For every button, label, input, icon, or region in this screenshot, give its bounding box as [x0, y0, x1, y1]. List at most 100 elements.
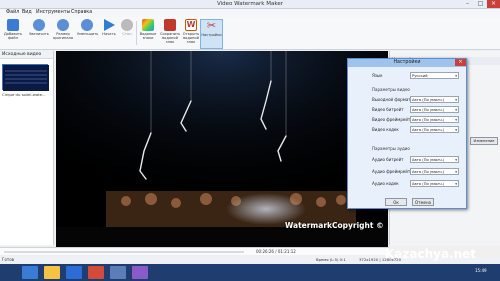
- zoom-in-label: Увеличить: [29, 32, 49, 36]
- chevron-down-icon: ▾: [455, 108, 457, 112]
- zoom-out-button[interactable]: Уменьшить: [77, 19, 99, 49]
- play-icon: [104, 19, 115, 31]
- settings-label: Настройки: [201, 33, 222, 37]
- audio-codec-value: Авто (По умолч.): [412, 182, 445, 186]
- browser-icon[interactable]: [66, 266, 82, 279]
- source-videos-header: Исходные видео: [0, 51, 53, 59]
- chevron-down-icon: ▾: [455, 170, 457, 174]
- output-format-value: Авто (По умолч.): [412, 98, 445, 102]
- save-watermark-label: Сохранить водяной знак: [160, 32, 181, 44]
- watermarks-label: Водяные знаки: [139, 32, 157, 40]
- video-preview[interactable]: [56, 51, 388, 247]
- watermark-icon: [142, 19, 154, 31]
- site-watermark: Kazachya.net: [385, 247, 477, 261]
- audio-codec-select[interactable]: Авто (По умолч.) ▾: [410, 180, 459, 187]
- title-bar: Video Watermark Maker – □ ×: [0, 0, 500, 9]
- close-icon[interactable]: ×: [487, 0, 500, 8]
- audio-bitrate-label: Аудио битрейт: [372, 157, 404, 162]
- chevron-down-icon: ▾: [455, 74, 457, 78]
- time-readout: 00:26:26 / 01:21:12: [256, 249, 296, 254]
- zoom-out-label: Уменьшить: [77, 32, 99, 36]
- chevron-down-icon: ▾: [455, 128, 457, 132]
- video-bitrate-select[interactable]: Авто (По умолч.) ▾: [410, 106, 459, 113]
- ok-button[interactable]: Ок: [385, 198, 407, 206]
- video-framerate-label: Видео фреймрейт: [372, 117, 411, 122]
- video-thumbnail[interactable]: [2, 64, 49, 91]
- audio-settings-section: Параметры аудио: [372, 146, 410, 151]
- dialog-title: Настройки: [348, 59, 466, 67]
- change-button[interactable]: Изменение: [470, 137, 498, 145]
- original-size-icon: [57, 19, 69, 31]
- audio-framerate-label: Аудио фреймрейт: [372, 169, 411, 174]
- language-label: Язык: [372, 73, 383, 78]
- toolbar: Добавить файл Увеличить Размер оригинала…: [0, 17, 500, 50]
- video-bitrate-value: Авто (По умолч.): [412, 108, 445, 112]
- source-videos-panel: Исходные видео Cirque du soleil-wate...: [0, 51, 54, 245]
- open-watermark-button[interactable]: W Открыть водяной знак: [181, 19, 201, 49]
- stop-label: Стоп: [122, 32, 132, 36]
- cancel-button[interactable]: Отмена: [412, 198, 434, 206]
- chevron-down-icon: ▾: [455, 182, 457, 186]
- audio-framerate-select[interactable]: Авто (По умолч.) ▾: [410, 168, 459, 175]
- output-format-label: Выходной формат: [372, 97, 411, 102]
- thumbnail-preview: [3, 65, 49, 91]
- menu-tools[interactable]: Инструменты: [36, 10, 70, 15]
- settings-icon: ✂: [206, 19, 217, 32]
- start-label: Начать: [102, 32, 116, 36]
- chevron-down-icon: ▾: [455, 118, 457, 122]
- menu-file[interactable]: Файл: [6, 10, 19, 15]
- video-framerate-select[interactable]: Авто (По умолч.) ▾: [410, 116, 459, 123]
- video-codec-value: Авто (По умолч.): [412, 128, 445, 132]
- media-icon[interactable]: [88, 266, 104, 279]
- watermark-overlay-text[interactable]: WatermarkCopyright ©: [285, 221, 384, 230]
- taskbar: [0, 264, 500, 281]
- video-watermark-app-icon[interactable]: [132, 266, 148, 279]
- window-title: Video Watermark Maker: [217, 1, 283, 7]
- original-size-button[interactable]: Размер оригинала: [53, 19, 73, 49]
- language-select[interactable]: Русский ▾: [410, 72, 459, 79]
- save-watermark-button[interactable]: Сохранить водяной знак: [160, 19, 180, 49]
- language-select-value: Русский: [412, 74, 428, 78]
- maximize-icon[interactable]: □: [474, 0, 487, 8]
- menu-view[interactable]: Вид: [22, 10, 32, 15]
- video-bitrate-label: Видео битрейт: [372, 107, 404, 112]
- menu-help[interactable]: Справка: [71, 10, 92, 15]
- add-file-label: Добавить файл: [3, 32, 23, 40]
- video-codec-select[interactable]: Авто (По умолч.) ▾: [410, 126, 459, 133]
- dialog-close-icon[interactable]: ×: [455, 59, 466, 66]
- watermarks-button[interactable]: Водяные знаки: [138, 19, 158, 49]
- video-frame: [56, 51, 388, 247]
- settings-dialog: Настройки × Язык Русский ▾ Параметры виде…: [347, 58, 467, 209]
- explorer-icon[interactable]: [22, 266, 38, 279]
- zoom-in-button[interactable]: Увеличить: [29, 19, 49, 49]
- toolbar-separator: [136, 21, 137, 45]
- video-framerate-value: Авто (По умолч.): [412, 118, 445, 122]
- timeline-bar[interactable]: 00:26:26 / 01:21:12: [0, 247, 389, 255]
- video-settings-section: Параметры видео: [372, 87, 410, 92]
- chevron-down-icon: ▾: [455, 98, 457, 102]
- open-watermark-icon: W: [185, 19, 197, 31]
- stop-button[interactable]: Стоп: [117, 19, 137, 49]
- audio-framerate-value: Авто (По умолч.): [412, 170, 445, 174]
- menu-bar: Файл Вид Инструменты Справка: [0, 9, 500, 17]
- settings-button[interactable]: ✂ Настройки: [200, 19, 223, 49]
- timeline-track[interactable]: [4, 251, 244, 253]
- audio-codec-label: Аудио кодек: [372, 181, 399, 186]
- app-icon[interactable]: [110, 266, 126, 279]
- audio-bitrate-value: Авто (По умолч.): [412, 158, 445, 162]
- output-format-select[interactable]: Авто (По умолч.) ▾: [410, 96, 459, 103]
- video-thumbnail-caption: Cirque du soleil-wate...: [2, 92, 46, 97]
- save-watermark-icon: [164, 19, 176, 31]
- zoom-out-icon: [81, 19, 93, 31]
- video-codec-label: Видео кодек: [372, 127, 399, 132]
- start-button[interactable]: Начать: [99, 19, 119, 49]
- audio-bitrate-select[interactable]: Авто (По умолч.) ▾: [410, 156, 459, 163]
- chevron-down-icon: ▾: [455, 158, 457, 162]
- status-time: Время (L:5) 0:1: [316, 257, 346, 262]
- status-text: Готов: [2, 257, 15, 262]
- minimize-icon[interactable]: –: [461, 0, 474, 8]
- add-file-icon: [7, 19, 19, 31]
- add-file-button[interactable]: Добавить файл: [3, 19, 23, 49]
- folder-icon[interactable]: [44, 266, 60, 279]
- taskbar-clock: 15:49: [475, 268, 487, 273]
